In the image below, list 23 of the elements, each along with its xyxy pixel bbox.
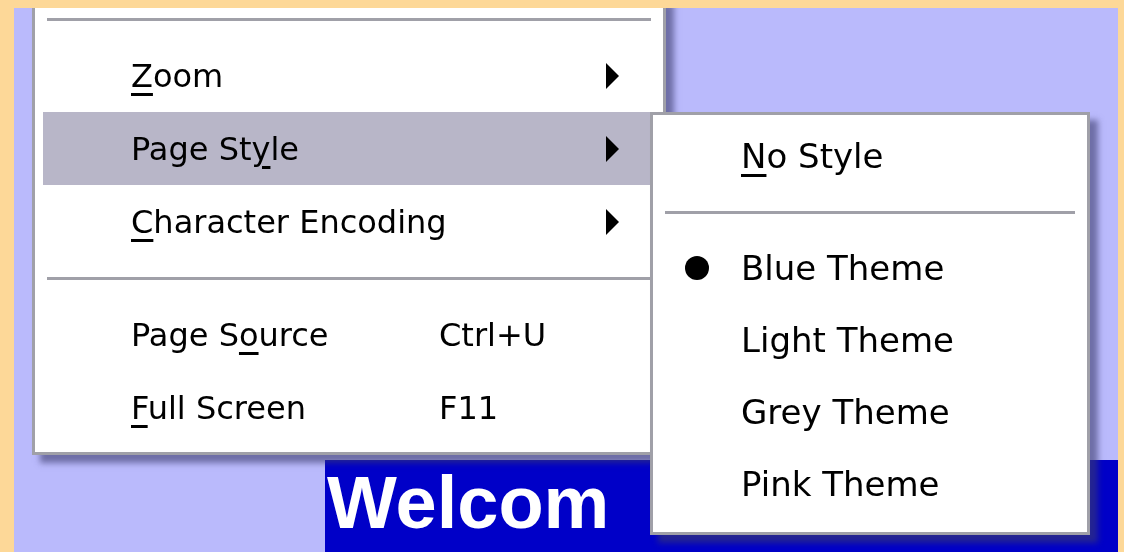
menu-item[interactable]: Pink Theme: [653, 448, 1087, 520]
menu-item-label: Character Encoding: [131, 201, 447, 243]
welcome-title: Welcom: [327, 461, 610, 544]
menu-item[interactable]: Character Encoding: [43, 185, 655, 258]
menu-item-label: Page Style: [131, 128, 299, 170]
menu-item[interactable]: Blue Theme: [653, 232, 1087, 304]
menu-item[interactable]: No Style: [653, 120, 1087, 192]
menu-item-label: Pink Theme: [741, 462, 940, 506]
menu-item-label: No Style: [741, 134, 884, 178]
menu-item-label: Blue Theme: [741, 246, 945, 290]
menu-item-label: Page Source: [131, 314, 329, 356]
submenu-arrow-icon: [606, 62, 619, 89]
shortcut-label: F11: [439, 387, 500, 429]
shortcut-label: Ctrl+U: [439, 314, 548, 356]
submenu-arrow-icon: [606, 208, 619, 235]
menu-item-label: Full Screen: [131, 387, 306, 429]
menu-item[interactable]: Zoom: [43, 39, 655, 112]
menu-item[interactable]: Grey Theme: [653, 376, 1087, 448]
menu-item-label: Grey Theme: [741, 390, 950, 434]
submenu-arrow-icon: [606, 135, 619, 162]
menu-item-label: Zoom: [131, 55, 224, 97]
menu-item[interactable]: Light Theme: [653, 304, 1087, 376]
menu-item-label: Light Theme: [741, 318, 954, 362]
